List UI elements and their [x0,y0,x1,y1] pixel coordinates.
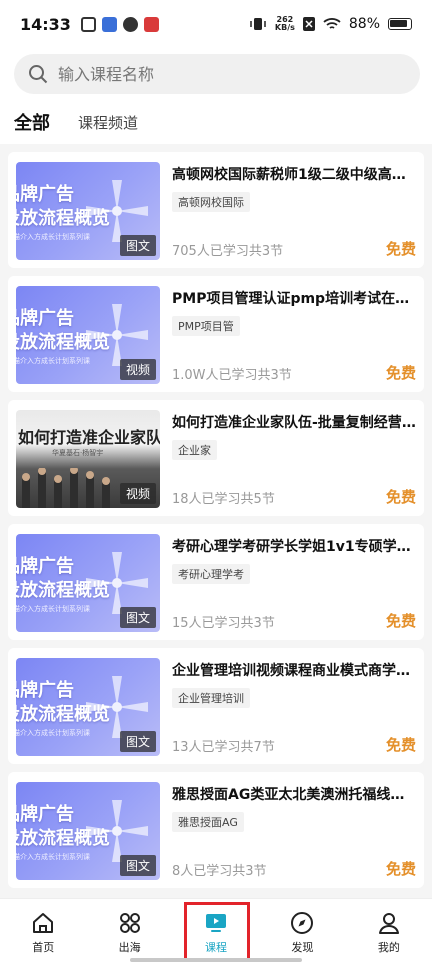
data-sync-icon [302,17,315,31]
highlight-box [184,902,250,962]
course-card[interactable]: 品牌广告 投放流程概览 赛猫介入方成长计划系列课 图文 雅思授面AG类亚太北美澳… [8,772,424,888]
search-bar [0,48,432,100]
learner-count: 18人已学习共5节 [172,492,275,507]
learner-count: 13人已学习共7节 [172,740,275,755]
learner-count: 705人已学习共3节 [172,244,284,259]
thumb-title-line1: 品牌广告 [16,680,74,701]
net-speed-unit: KB/s [274,23,295,32]
content-type-badge: 视频 [119,483,156,504]
course-title: 如何打造准企业家队伍-批量复制经营者… [172,415,416,431]
price-label: 免费 [385,240,416,258]
nav-overseas[interactable]: 出海 [86,899,172,964]
battery-percent: 88% [348,16,380,32]
course-thumbnail: 品牌广告 投放流程概览 赛猫介入方成长计划系列课 图文 [16,162,160,260]
learner-count: 1.0W人已学习共3节 [172,368,292,383]
app-notification-icon [80,16,96,32]
course-title: PMP项目管理认证pmp培训考试在线远… [172,291,416,307]
price-label: 免费 [385,612,416,630]
course-thumbnail: 如何打造准企业家队伍 华夏基石·杨智宇 视频 [16,410,160,508]
nav-discover[interactable]: 发现 [259,899,345,964]
course-thumbnail: 品牌广告 投放流程概览 赛猫介入方成长计划系列课 图文 [16,658,160,756]
thumb-subtitle: 赛猫介入方成长计划系列课 [16,853,90,861]
course-tag: PMP项目管 [172,316,240,336]
thumb-subtitle: 赛猫介入方成长计划系列课 [16,233,90,241]
nav-mine[interactable]: 我的 [346,899,432,964]
content-type-badge: 图文 [119,607,156,628]
app-notification-icon [122,16,138,32]
home-indicator[interactable] [130,958,302,962]
course-list: 品牌广告 投放流程概览 赛猫介入方成长计划系列课 图文 高顿网校国际薪税师1级二… [8,152,424,896]
tab-all[interactable]: 全部 [14,109,50,135]
course-thumbnail: 品牌广告 投放流程概览 赛猫介入方成长计划系列课 图文 [16,782,160,880]
search-input[interactable] [58,64,388,84]
course-tag: 企业管理培训 [172,688,250,708]
vibrate-icon [250,18,266,30]
course-tag: 考研心理学考 [172,564,250,584]
content-type-badge: 图文 [119,855,156,876]
price-label: 免费 [385,860,416,878]
content-type-badge: 图文 [119,731,156,752]
thumb-title-line1: 品牌广告 [16,804,74,825]
thumb-title-line1: 品牌广告 [16,308,74,329]
nav-label: 首页 [32,941,55,954]
course-title: 高顿网校国际薪税师1级二级中级高级C… [172,167,416,183]
nav-label: 我的 [377,941,400,954]
course-card[interactable]: 如何打造准企业家队伍 华夏基石·杨智宇 视频 如何打造准企业家队伍-批量复制经营… [8,400,424,516]
learner-count: 15人已学习共3节 [172,616,275,631]
category-tabs: 全部 课程频道 [0,100,432,144]
course-card[interactable]: 品牌广告 投放流程概览 赛猫介入方成长计划系列课 视频 PMP项目管理认证pmp… [8,276,424,392]
content-type-badge: 视频 [119,359,156,380]
thumb-subtitle: 华夏基石·杨智宇 [52,449,104,457]
home-icon [33,913,54,933]
nav-label: 发现 [291,941,314,954]
content-type-badge: 图文 [119,235,156,256]
course-title: 考研心理学考研学长学姐1v1专硕学硕… [172,539,416,555]
notification-icons [80,16,159,32]
course-tag: 雅思授面AG [172,812,244,832]
thumb-title-line1: 品牌广告 [16,184,74,205]
battery-icon [388,18,412,30]
wifi-icon [323,18,341,29]
course-card[interactable]: 品牌广告 投放流程概览 赛猫介入方成长计划系列课 图文 考研心理学考研学长学姐1… [8,524,424,640]
course-thumbnail: 品牌广告 投放流程概览 赛猫介入方成长计划系列课 视频 [16,286,160,384]
learner-count: 8人已学习共3节 [172,864,267,879]
search-icon [29,65,48,84]
course-thumbnail: 品牌广告 投放流程概览 赛猫介入方成长计划系列课 图文 [16,534,160,632]
course-card[interactable]: 品牌广告 投放流程概览 赛猫介入方成长计划系列课 图文 企业管理培训视频课程商业… [8,648,424,764]
app-notification-icon [101,16,117,32]
course-tag: 企业家 [172,440,217,460]
course-title: 企业管理培训视频课程商业模式商学院… [172,663,416,679]
price-label: 免费 [385,736,416,754]
status-bar: 14:33 262 KB/s 88% [0,0,432,48]
person-icon [378,913,399,934]
tab-course-channel[interactable]: 课程频道 [78,112,138,133]
thumb-title: 如何打造准企业家队伍 [18,428,160,447]
price-label: 免费 [385,488,416,506]
course-card[interactable]: 品牌广告 投放流程概览 赛猫介入方成长计划系列课 图文 高顿网校国际薪税师1级二… [8,152,424,268]
nav-home[interactable]: 首页 [0,899,86,964]
network-speed: 262 KB/s [275,16,295,32]
app-notification-icon [143,16,159,32]
compass-icon [291,912,314,934]
price-label: 免费 [385,364,416,382]
course-tag: 高顿网校国际 [172,192,250,212]
status-time: 14:33 [20,14,71,34]
nav-label: 出海 [118,941,141,954]
search-box[interactable] [14,54,420,94]
course-title: 雅思授面AG类亚太北美澳洲托福线下雅… [172,787,416,803]
apps-icon [119,913,140,933]
thumb-title-line1: 品牌广告 [16,556,74,577]
thumb-subtitle: 赛猫介入方成长计划系列课 [16,605,90,613]
thumb-subtitle: 赛猫介入方成长计划系列课 [16,729,90,737]
thumb-subtitle: 赛猫介入方成长计划系列课 [16,357,90,365]
